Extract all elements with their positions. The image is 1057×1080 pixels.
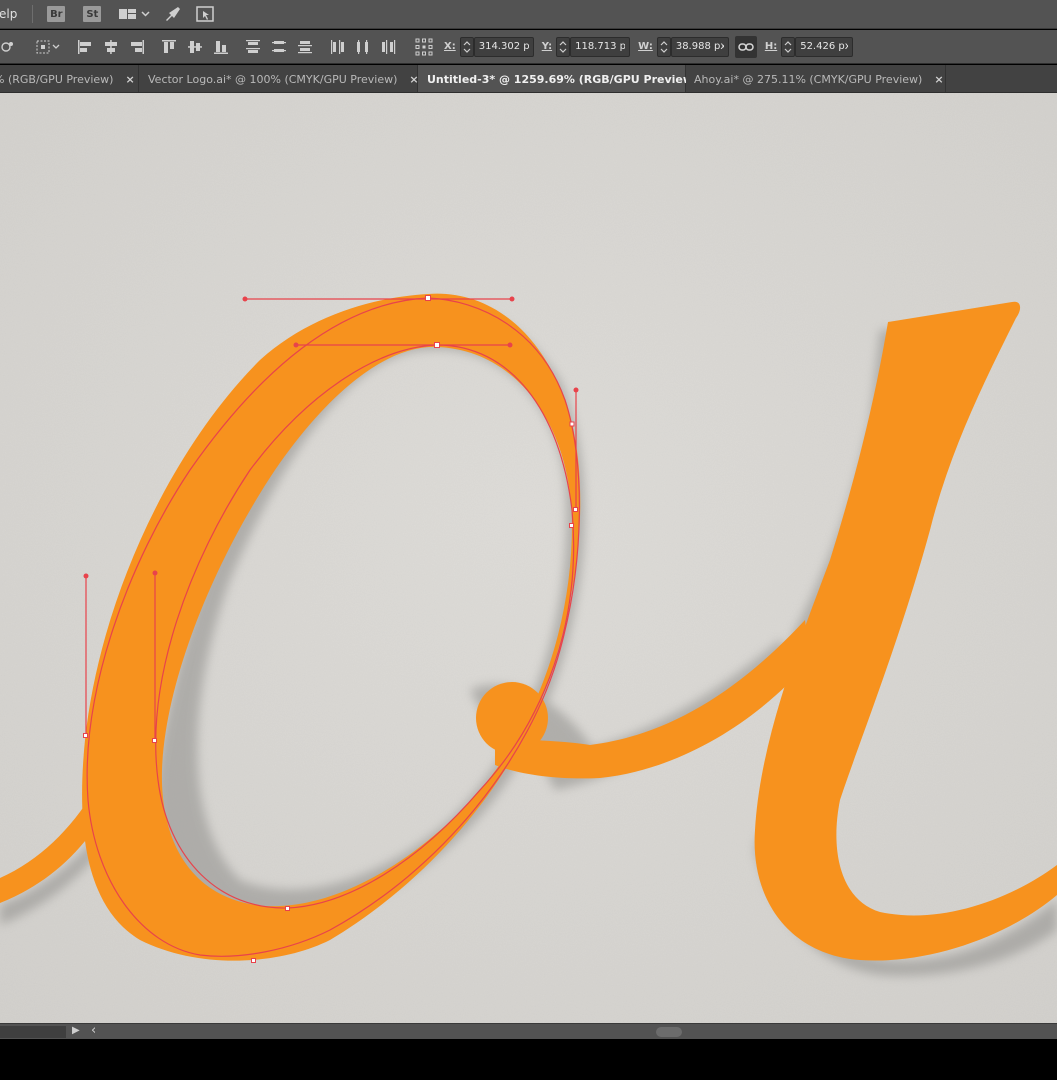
h-stepper[interactable] [781,36,796,57]
gpu-rocket-icon[interactable] [164,6,182,22]
bottom-black-area [0,1039,1057,1080]
handle-point[interactable] [507,342,513,348]
tab-document-1[interactable]: % (RGB/GPU Preview) × [0,65,139,92]
constrain-proportions-button[interactable] [734,35,757,58]
tab-ahoy[interactable]: Ahoy.ai* @ 275.11% (CMYK/GPU Preview) × [686,65,946,92]
handle-point[interactable] [242,296,248,302]
close-icon[interactable]: × [125,73,134,86]
y-position-input[interactable] [570,36,631,57]
handle-point[interactable] [509,296,515,302]
align-left-icon[interactable] [76,35,94,59]
close-icon[interactable]: × [934,73,943,86]
chevron-down-icon[interactable] [141,10,150,18]
tab-vector-logo[interactable]: Vector Logo.ai* @ 100% (CMYK/GPU Preview… [139,65,419,92]
anchor-point[interactable] [569,523,574,528]
touch-workspace-icon[interactable] [196,6,215,22]
menu-separator [32,5,34,23]
horizontal-scroll-thumb[interactable] [656,1027,682,1037]
anchor-point[interactable] [425,295,431,301]
artboard-canvas[interactable] [0,93,1057,1023]
recolor-artwork-icon[interactable] [0,35,16,59]
y-label: Y: [541,41,553,52]
distribute-right-icon[interactable] [380,35,398,59]
select-similar-icon[interactable] [34,35,62,59]
align-right-icon[interactable] [128,35,146,59]
distribute-top-icon[interactable] [244,35,262,59]
workspace-layout-icon[interactable] [119,7,150,21]
anchor-point[interactable] [152,738,157,743]
menu-bar: elp Br St [0,0,1057,29]
h-label: H: [764,41,778,52]
x-stepper[interactable] [459,36,474,57]
stock-button[interactable]: St [83,6,102,22]
anchor-point[interactable] [251,958,256,963]
reference-point-icon[interactable] [414,35,434,59]
w-stepper[interactable] [656,36,671,57]
anchor-point[interactable] [434,342,440,348]
tab-title: % (RGB/GPU Preview) [0,72,114,86]
control-bar: X: Y: W: H: [0,30,1057,64]
anchor-point[interactable] [573,507,578,512]
scroll-left-button[interactable]: ‹ [91,1023,96,1038]
document-tab-bar: % (RGB/GPU Preview) × Vector Logo.ai* @ … [0,65,1057,93]
y-stepper[interactable] [556,36,571,57]
anchor-point[interactable] [285,906,290,911]
distribute-vertical-center-icon[interactable] [270,35,288,59]
align-horizontal-center-icon[interactable] [102,35,120,59]
tab-title: Untitled-3* @ 1259.69% (RGB/GPU Preview) [427,72,699,86]
next-artboard-button[interactable]: ▶ [72,1025,80,1036]
w-label: W: [638,41,653,52]
link-icon [738,42,754,51]
handle-point[interactable] [293,342,299,348]
width-input[interactable] [670,36,729,57]
status-bar: ▶ ‹ [0,1023,1057,1039]
anchor-point[interactable] [569,421,575,427]
handle-point[interactable] [83,573,89,579]
distribute-bottom-icon[interactable] [296,35,314,59]
tab-title: Vector Logo.ai* @ 100% (CMYK/GPU Preview… [148,72,398,86]
align-vertical-center-icon[interactable] [186,35,204,59]
bridge-button[interactable]: Br [47,6,66,22]
handle-point[interactable] [573,387,579,393]
artboard-navigation-field[interactable] [0,1026,66,1038]
x-label: X: [444,41,456,52]
height-input[interactable] [795,36,854,57]
anchor-point[interactable] [83,733,88,738]
tab-untitled-3[interactable]: Untitled-3* @ 1259.69% (RGB/GPU Preview)… [418,65,719,92]
tab-title: Ahoy.ai* @ 275.11% (CMYK/GPU Preview) [694,72,923,86]
align-top-icon[interactable] [160,35,178,59]
artwork-svg [0,93,1057,1023]
x-position-input[interactable] [473,36,534,57]
distribute-left-icon[interactable] [328,35,346,59]
menu-help[interactable]: elp [0,7,17,21]
handle-point[interactable] [152,570,158,576]
distribute-horizontal-center-icon[interactable] [354,35,372,59]
align-bottom-icon[interactable] [212,35,230,59]
